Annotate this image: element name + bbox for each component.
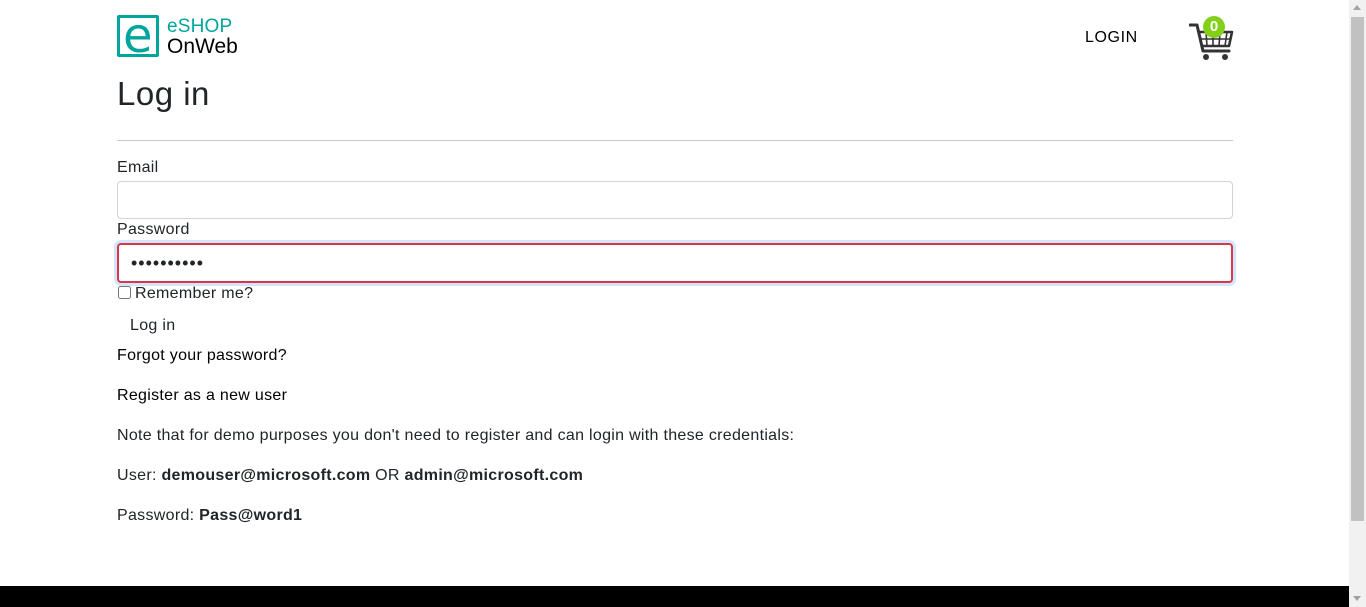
remember-me-checkbox[interactable] [118, 286, 131, 299]
cart-count-badge: 0 [1203, 16, 1225, 38]
scroll-up-arrow-icon[interactable] [1353, 5, 1361, 10]
admin-user-email: admin@microsoft.com [404, 467, 584, 484]
logo-text-onweb: OnWeb [167, 35, 238, 58]
page-title: Log in [117, 75, 210, 112]
scrollbar-thumb[interactable] [1351, 17, 1364, 521]
remember-me: Remember me? [117, 285, 253, 303]
demo-password: Password: Pass@word1 [117, 507, 302, 525]
demo-user-email: demouser@microsoft.com [161, 467, 371, 484]
user-prefix: User: [117, 467, 157, 484]
forgot-password-link[interactable]: Forgot your password? [117, 347, 287, 365]
cart-button[interactable]: 0 [1188, 15, 1235, 61]
logo-mark: e [117, 9, 159, 63]
scroll-down-arrow-icon[interactable] [1353, 596, 1361, 601]
page: e eSHOP OnWeb LOGIN 0 Log in Email Passw… [0, 0, 1349, 607]
email-field[interactable] [117, 181, 1233, 219]
logo-letter: e [123, 8, 153, 64]
login-button[interactable]: Log in [117, 313, 188, 339]
email-label: Email [117, 159, 159, 176]
demo-users: User: demouser@microsoft.com OR admin@mi… [117, 467, 583, 485]
or-text: OR [375, 467, 400, 484]
password-label: Password [117, 221, 190, 238]
demo-password-value: Pass@word1 [199, 507, 303, 524]
vertical-scrollbar[interactable] [1349, 0, 1366, 607]
password-field[interactable] [117, 243, 1233, 283]
remember-me-label: Remember me? [135, 285, 254, 302]
demo-note: Note that for demo purposes you don't ne… [117, 427, 795, 444]
register-link[interactable]: Register as a new user [117, 387, 287, 405]
header-login-link[interactable]: LOGIN [1085, 29, 1138, 47]
password-prefix: Password: [117, 507, 195, 524]
eshop-logo[interactable]: e eSHOP OnWeb [117, 9, 247, 63]
title-divider [117, 140, 1233, 141]
footer [0, 586, 1349, 607]
